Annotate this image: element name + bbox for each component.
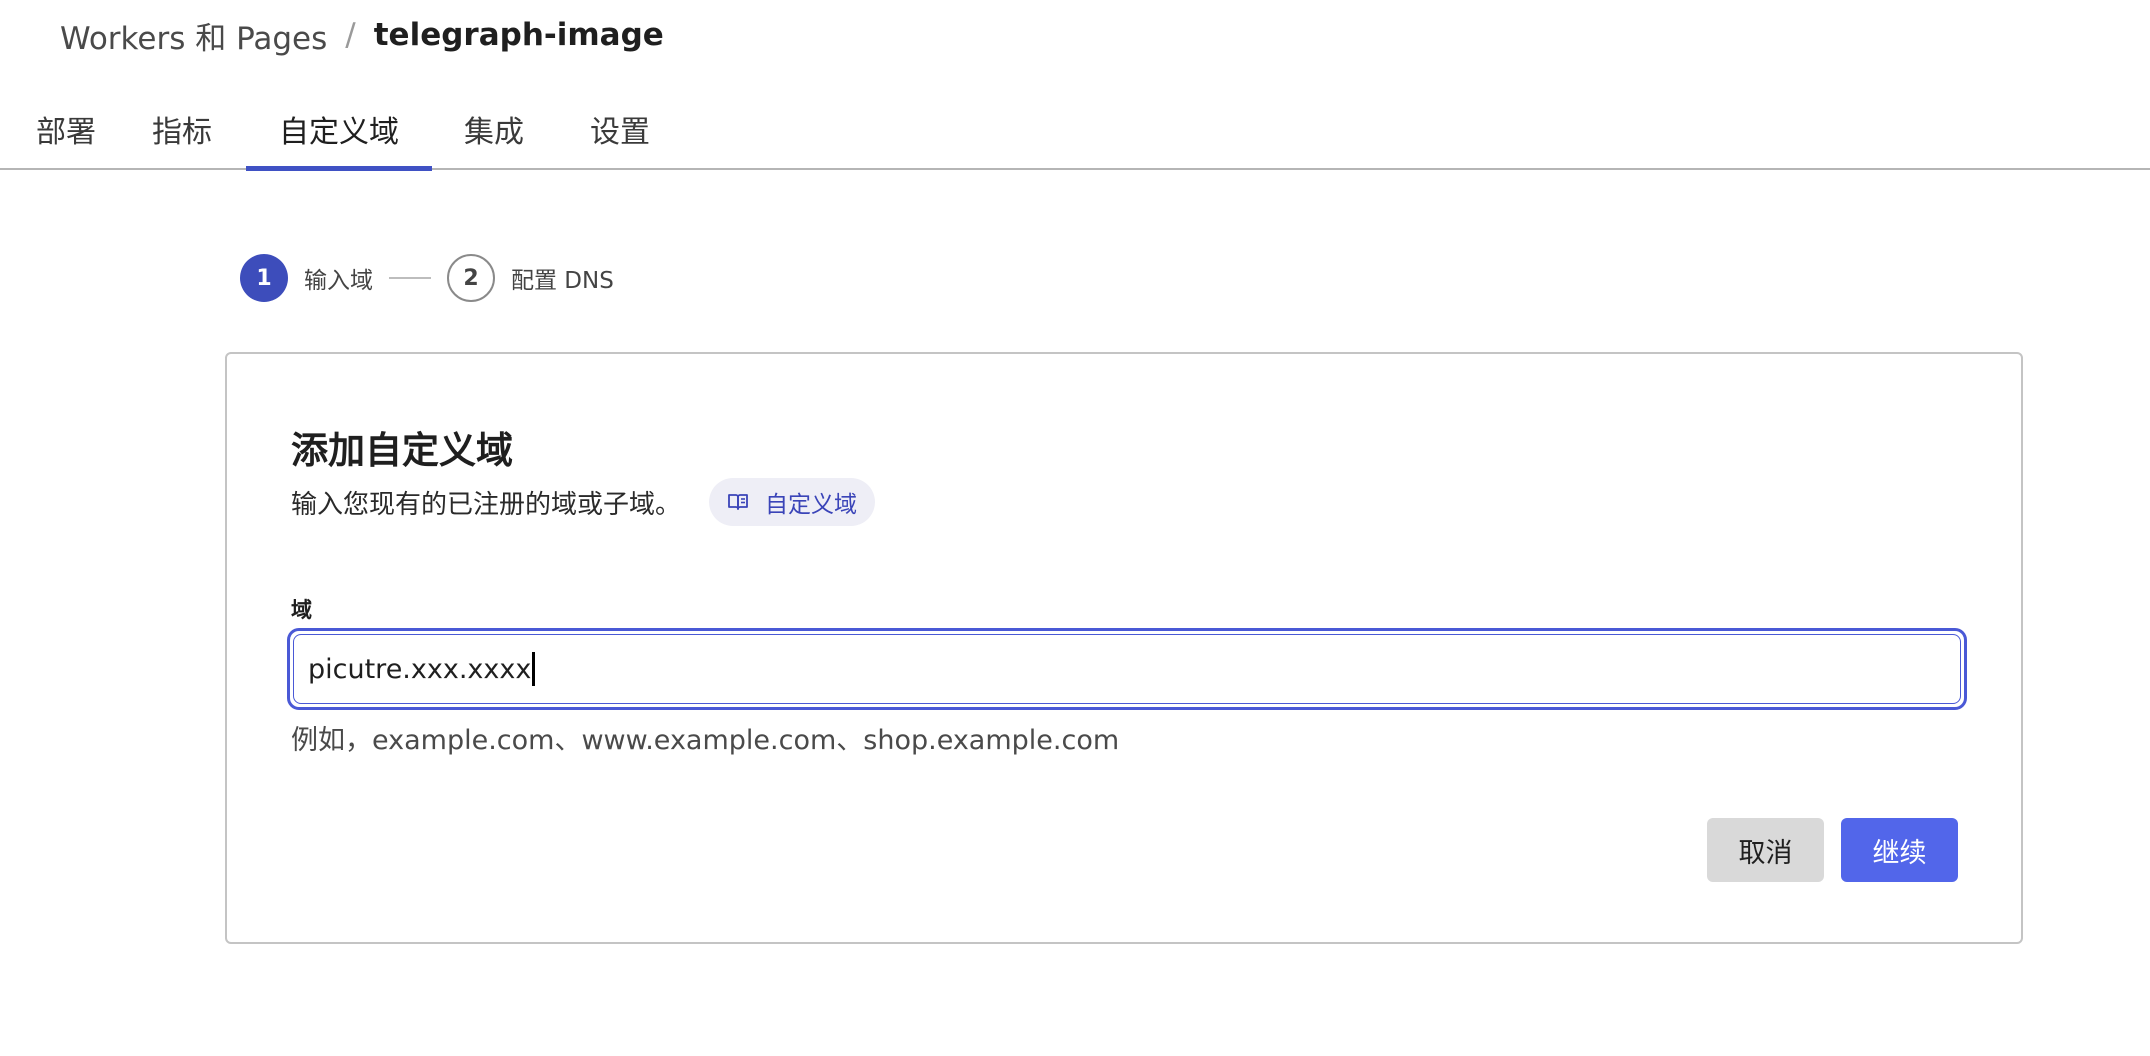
tab-deployments[interactable]: 部署: [18, 90, 114, 168]
text-caret: [532, 652, 536, 686]
breadcrumb-current: telegraph-image: [373, 17, 664, 53]
cancel-button[interactable]: 取消: [1707, 818, 1824, 882]
custom-domains-doc-link[interactable]: 自定义域: [709, 478, 875, 526]
book-icon: [728, 494, 748, 510]
tab-integrations[interactable]: 集成: [456, 90, 532, 168]
breadcrumb-parent-link[interactable]: Workers 和 Pages: [60, 13, 327, 58]
tab-metrics[interactable]: 指标: [146, 90, 218, 168]
tab-settings[interactable]: 设置: [582, 90, 658, 168]
tab-custom-domains[interactable]: 自定义域: [246, 90, 432, 171]
card-description: 输入您现有的已注册的域或子域。: [291, 490, 682, 520]
breadcrumb-separator: /: [345, 17, 356, 53]
step-1-circle: 1: [240, 254, 288, 302]
domain-input-inner[interactable]: picutre.xxx.xxxx: [293, 634, 1961, 704]
domain-field-label: 域: [291, 598, 312, 622]
add-custom-domain-card: 添加自定义域 输入您现有的已注册的域或子域。 自定义域 域 picutre.xx…: [225, 352, 2023, 944]
step-2-circle: 2: [447, 254, 495, 302]
breadcrumb: Workers 和 Pages / telegraph-image: [60, 10, 664, 60]
card-title: 添加自定义域: [291, 429, 513, 472]
step-1-label: 输入域: [304, 268, 373, 294]
continue-button[interactable]: 继续: [1841, 818, 1958, 882]
stepper: 1 输入域 2 配置 DNS: [240, 252, 614, 304]
domain-input[interactable]: picutre.xxx.xxxx: [287, 628, 1967, 710]
domain-input-value: picutre.xxx.xxxx: [308, 653, 532, 685]
step-2-label: 配置 DNS: [511, 268, 614, 294]
domain-field-hint: 例如，example.com、www.example.com、shop.exam…: [291, 725, 1120, 756]
doc-link-label: 自定义域: [765, 492, 857, 518]
step-connector: [389, 277, 431, 279]
tab-bar: 部署 指标 自定义域 集成 设置: [0, 90, 2150, 171]
